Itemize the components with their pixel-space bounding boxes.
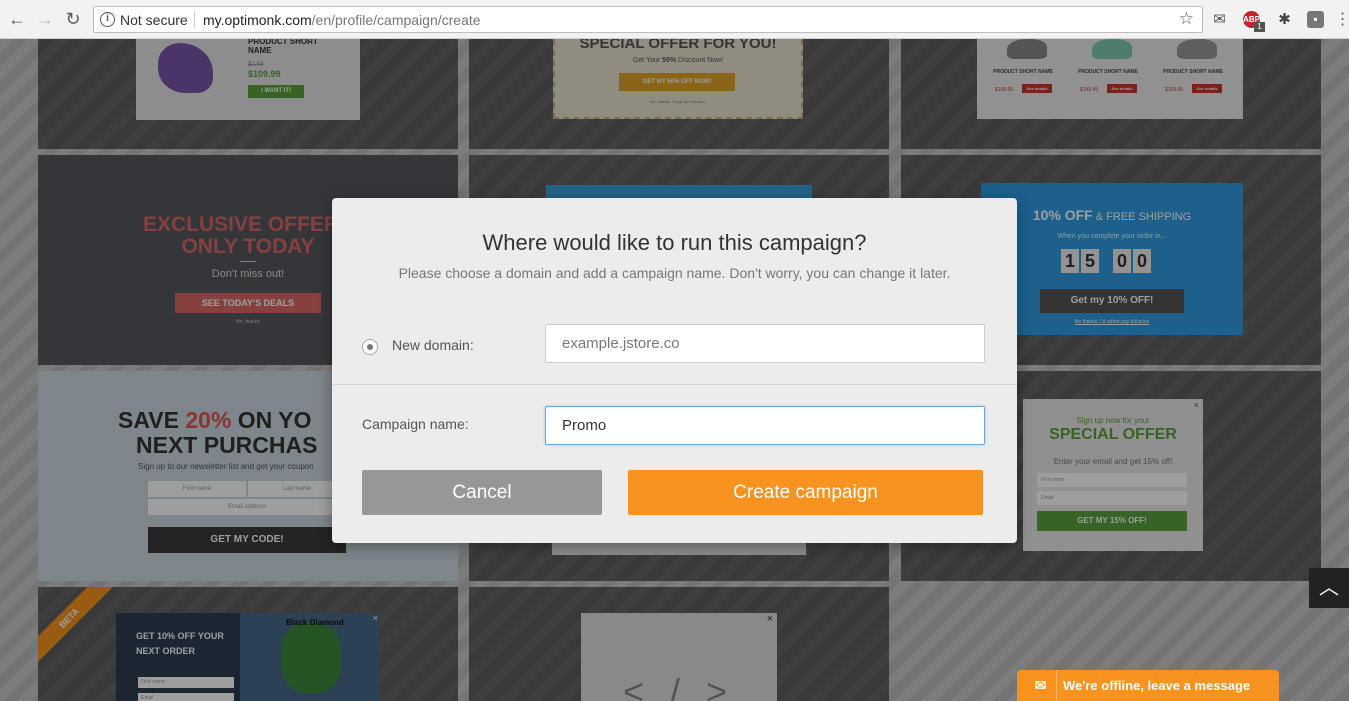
create-campaign-modal: Where would like to run this campaign? P… <box>332 198 1017 543</box>
modal-title: Where would like to run this campaign? <box>482 230 867 255</box>
browser-toolbar: ← → ↻ i Not secure my.optimonk.com/en/pr… <box>0 0 1349 39</box>
envelope-icon: ✉ <box>1025 670 1057 701</box>
domain-input[interactable] <box>545 324 985 363</box>
info-icon[interactable]: i <box>100 12 115 27</box>
chevron-up-icon: ︿ <box>1319 577 1339 599</box>
campaign-name-input[interactable] <box>545 406 985 445</box>
chat-widget[interactable]: ✉ We're offline, leave a message <box>1017 670 1279 701</box>
mail-icon[interactable]: ✉ <box>1211 11 1228 28</box>
url-path: /en/profile/campaign/create <box>311 12 481 28</box>
menu-kebab-icon[interactable]: ⋮ <box>1334 11 1349 28</box>
chat-label: We're offline, leave a message <box>1063 678 1251 693</box>
domain-label: New domain: <box>392 337 474 353</box>
create-campaign-button[interactable]: Create campaign <box>628 470 983 515</box>
bookmark-star-icon[interactable]: ☆ <box>1179 9 1194 29</box>
adblock-badge: 1 <box>1254 22 1265 32</box>
url-text[interactable]: my.optimonk.com/en/profile/campaign/crea… <box>203 12 481 28</box>
reload-icon[interactable]: ↻ <box>62 8 84 30</box>
url-host: my.optimonk.com <box>203 12 312 28</box>
forward-icon[interactable]: → <box>34 8 56 30</box>
modal-subtitle: Please choose a domain and add a campaig… <box>398 265 951 281</box>
security-label[interactable]: Not secure <box>120 12 188 28</box>
new-domain-radio[interactable] <box>362 339 378 355</box>
bug-extension-icon[interactable]: ✱ <box>1276 11 1293 28</box>
extension-icon[interactable]: ▪ <box>1307 11 1324 28</box>
back-icon[interactable]: ← <box>6 8 28 30</box>
modal-divider <box>332 384 1017 385</box>
cancel-button[interactable]: Cancel <box>362 470 602 515</box>
scroll-to-top-button[interactable]: ︿ <box>1309 568 1349 608</box>
address-divider <box>194 11 195 28</box>
campaign-name-label: Campaign name: <box>362 416 469 432</box>
address-bar[interactable]: i Not secure my.optimonk.com/en/profile/… <box>93 6 1203 33</box>
